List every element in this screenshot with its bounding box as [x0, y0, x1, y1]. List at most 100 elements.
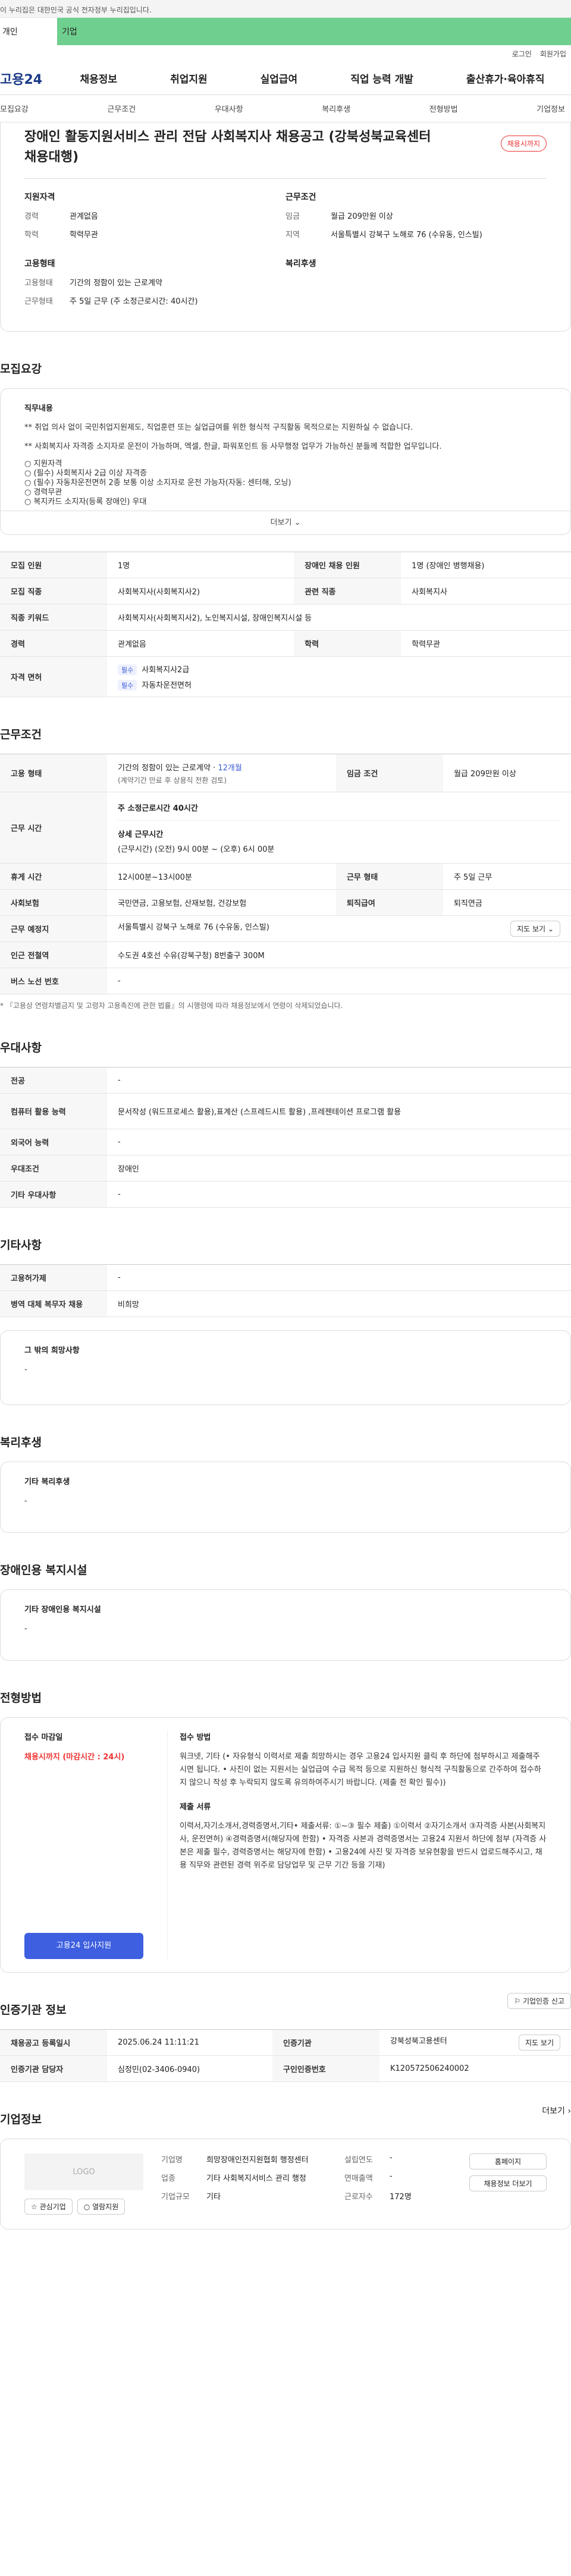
cell-value: - — [107, 1264, 571, 1291]
favorite-button[interactable]: ☆ 관심기업 — [24, 2199, 73, 2215]
cell-value: 학력무관 — [401, 630, 571, 657]
emp-label: 근무형태 — [24, 297, 53, 306]
map-button-label: 지도 보기 — [517, 925, 546, 933]
company-value: 기타 사회복지서비스 관리 행정 — [206, 2174, 306, 2183]
subnav-welfare[interactable]: 복리후생 — [322, 103, 350, 114]
table-row: 인증기관 담당자 심정민(02-3406-0940) 구인인증번호 K1205725… — [0, 2055, 571, 2082]
cond-heading: 근무조건 — [286, 193, 316, 202]
cell-value: 수도권 4호선 수유(강북구청) 8번출구 300M — [107, 941, 571, 968]
section-nav: 모집요강 근무조건 우대사항 복리후생 전형방법 기업정보 — [0, 95, 571, 122]
subnav-company[interactable]: 기업정보 — [537, 103, 565, 114]
work-table: 고용 형태 기간의 정함이 있는 근로계약 · 12개월 (계약기간 만료 후 상… — [0, 754, 571, 994]
menu-job-training[interactable]: 직업 능력 개발 — [350, 71, 413, 86]
cell-value: 국민연금, 고용보험, 산재보험, 건강보험 — [107, 889, 336, 916]
cond-label: 지역 — [286, 231, 300, 240]
section-title-etc: 기타사항 — [0, 1239, 42, 1252]
menu-unemployment-benefit[interactable]: 실업급여 — [261, 71, 298, 86]
cell-label: 버스 노선 번호 — [0, 968, 107, 994]
cell-label: 사회보험 — [0, 889, 107, 916]
method-text: 워크넷, 기타 (• 자유형식 이력서로 제출 희망하시는 경우 고용24 입사… — [180, 1752, 541, 1787]
company-stats-col: 설립연도 - 연매출액 - 근로자수 172명 — [344, 2153, 451, 2215]
emp-note: (계약기간 만료 후 상용직 전환 검토) — [118, 776, 227, 785]
company-header: 기업정보 더보기 › — [0, 2082, 571, 2139]
section-title-company: 기업정보 — [0, 2113, 42, 2126]
subnav-selection[interactable]: 전형방법 — [429, 103, 458, 114]
signup-link[interactable]: 회원가입 — [540, 49, 566, 59]
tab-personal[interactable]: 개인 — [0, 18, 57, 45]
emp-label: 고용형태 — [24, 279, 53, 288]
company-value: 기타 — [206, 2193, 221, 2202]
company-value: - — [390, 2172, 393, 2181]
duty-line: ○ (필수) 자동차운전면허 2종 보통 이상 소지자로 운전 가능자(자동: … — [24, 478, 291, 487]
expand-button[interactable]: 더보기 ⌄ — [1, 511, 570, 534]
cell-label: 인증기관 — [272, 2029, 379, 2056]
cell-value: 관계없음 — [107, 630, 294, 657]
tab-company[interactable]: 기업 — [57, 18, 571, 45]
cell-label: 휴게 시간 — [0, 863, 107, 890]
company-value: - — [390, 2153, 393, 2162]
table-row: 근무 예정지 서울특별시 강북구 노해로 76 (수유동, 인스빌) 지도 보기 … — [0, 915, 571, 942]
deadline-title: 접수 마감일 — [24, 1733, 63, 1742]
browse-button[interactable]: ○ 열람지원 — [77, 2199, 126, 2215]
welfare-box: 기타 복리후생 - — [0, 1462, 571, 1533]
table-row: 버스 노선 번호 - — [0, 968, 571, 994]
disabled-box: 기타 장애인용 복지시설 - — [0, 1589, 571, 1661]
duty-line: ** 사회복지사 자격증 소지자로 운전이 가능하며, 엑셀, 한글, 파워포인… — [24, 442, 442, 451]
disabled-title: 기타 장애인용 복지시설 — [24, 1605, 101, 1614]
emp-value: 주 5일 근무 (주 소정근로시간: 40시간) — [70, 297, 198, 306]
cell-label: 인근 전철역 — [0, 941, 107, 968]
menu-employment-support[interactable]: 취업지원 — [170, 71, 208, 86]
table-row: 인근 전철역 수도권 4호선 수유(강북구청) 8번출구 300M — [0, 941, 571, 968]
subnav-work[interactable]: 근무조건 — [107, 103, 136, 114]
cell-label: 고용허가제 — [0, 1264, 107, 1291]
cell-value: 주 5일 근무 — [443, 863, 571, 890]
section-title-agency: 인증기관 정보 — [0, 2004, 67, 2017]
login-link[interactable]: 로그인 — [512, 49, 532, 59]
site-logo[interactable]: 고용24 — [0, 69, 54, 88]
map-button[interactable]: 지도 보기 ⌄ — [510, 921, 560, 937]
company-more-label: 더보기 — [542, 2106, 565, 2116]
section-title-recruit: 모집요강 — [0, 363, 42, 376]
qual-label: 경력 — [24, 212, 39, 221]
welfare-heading: 복리후생 — [286, 259, 316, 269]
duty-line: ○ 지원자격 — [24, 459, 62, 468]
welfare-title: 기타 복리후생 — [24, 1478, 70, 1487]
cell-value: 12시00분~13시00분 — [107, 863, 336, 890]
cell-label: 기타 우대사항 — [0, 1181, 107, 1208]
cell-label: 병역 대체 복무자 채용 — [0, 1290, 107, 1317]
menu-jobs[interactable]: 채용정보 — [80, 71, 118, 86]
company-more-link[interactable]: 더보기 › — [542, 2105, 571, 2117]
subnav-recruit[interactable]: 모집요강 — [0, 103, 29, 114]
table-row: 모집 인원 1명 장애인 채용 인원 1명 (장애인 병행채용) — [0, 552, 571, 578]
table-row: 고용 형태 기간의 정함이 있는 근로계약 · 12개월 (계약기간 만료 후 상… — [0, 754, 571, 792]
hope-box: 그 밖의 희망사항 - — [0, 1330, 571, 1405]
emp-months: 12개월 — [218, 763, 242, 773]
cell-label: 모집 인원 — [0, 552, 107, 578]
menu-leave[interactable]: 출산휴가·육아휴직 — [466, 71, 545, 86]
company-label: 기업규모 — [161, 2193, 190, 2202]
cell-value: - — [107, 968, 571, 994]
status-badge: 채용시까지 — [500, 136, 547, 152]
emp-value: 기간의 정함이 있는 근로계약 · — [118, 763, 216, 773]
duty-title: 직무내용 — [24, 404, 53, 413]
report-button[interactable]: ⚐ 기업인증 신고 — [507, 1993, 571, 2009]
cell-value: - — [107, 1181, 571, 1208]
cell-label: 인증기관 담당자 — [0, 2055, 107, 2082]
job-title: 장애인 활동지원서비스 관리 전담 사회복지사 채용공고 (강북성북교육센터 채… — [24, 130, 431, 165]
place-value: 서울특별시 강북구 노해로 76 (수유동, 인스빌) — [118, 923, 269, 932]
company-actions: 홈페이지 채용정보 더보기 — [469, 2153, 547, 2215]
cell-value: 심정민(02-3406-0940) — [107, 2055, 272, 2082]
homepage-button[interactable]: 홈페이지 — [469, 2153, 547, 2169]
gov-banner: 이 누리집은 대한민국 공식 전자정부 누리집입니다. — [0, 0, 571, 18]
table-row: 우대조건 장애인 — [0, 1155, 571, 1182]
cell-label: 전공 — [0, 1067, 107, 1094]
agency-map-button[interactable]: 지도 보기 — [519, 2035, 560, 2051]
subnav-pref[interactable]: 우대사항 — [215, 103, 243, 114]
cell-label: 장애인 채용 인원 — [294, 552, 401, 578]
apply-button[interactable]: 고용24 입사지원 — [24, 1933, 143, 1959]
section-title-work: 근무조건 — [0, 728, 42, 741]
more-jobs-button[interactable]: 채용정보 더보기 — [469, 2175, 547, 2191]
company-label: 업종 — [161, 2174, 175, 2183]
deadline-col: 접수 마감일 채용시까지 (마감시간 : 24시) 고용24 입사지원 — [24, 1731, 143, 1959]
utility-links: 로그인 회원가입 — [0, 45, 571, 62]
